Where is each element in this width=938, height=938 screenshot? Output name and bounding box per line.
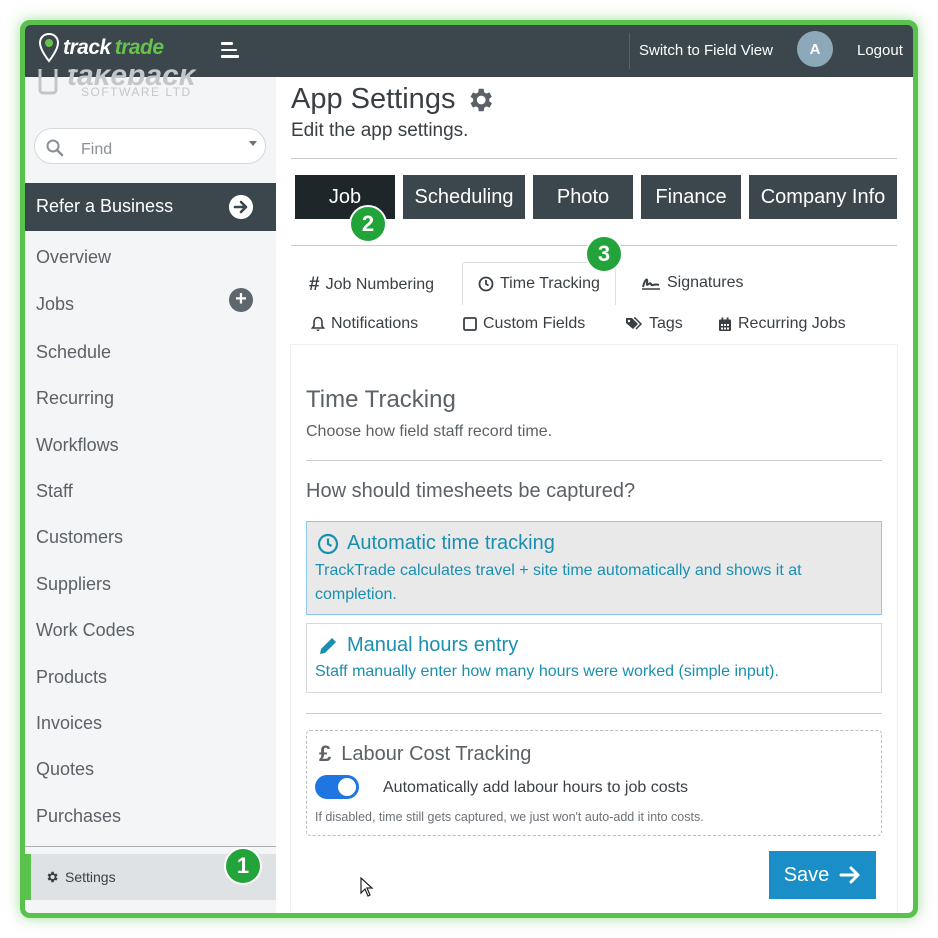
save-label: Save bbox=[783, 863, 830, 886]
arrow-right-icon bbox=[839, 866, 860, 884]
sidebar: takeback SOFTWARE LTD Find Refer a Busin… bbox=[25, 69, 276, 913]
subtab-signatures[interactable]: Signatures bbox=[641, 274, 744, 292]
page-title: App Settings bbox=[291, 83, 495, 116]
subtab-label: Custom Fields bbox=[483, 315, 586, 332]
option-description: TrackTrade calculates travel + site time… bbox=[315, 562, 802, 603]
arrow-right-circle-icon bbox=[229, 195, 253, 219]
find-input[interactable]: Find bbox=[34, 128, 266, 164]
sidebar-item-quotes[interactable]: Quotes bbox=[36, 759, 94, 780]
option-title-text: Automatic time tracking bbox=[347, 532, 555, 554]
bell-icon bbox=[311, 316, 325, 331]
topbar-divider bbox=[629, 33, 630, 69]
tags-icon bbox=[626, 317, 643, 330]
divider bbox=[306, 713, 882, 714]
logout-link[interactable]: Logout bbox=[857, 42, 903, 59]
sidebar-item-suppliers[interactable]: Suppliers bbox=[36, 574, 111, 595]
search-icon bbox=[46, 139, 64, 157]
clock-icon bbox=[317, 533, 339, 554]
signature-icon bbox=[642, 278, 660, 290]
clock-icon bbox=[478, 276, 494, 292]
switch-field-view-link[interactable]: Switch to Field View bbox=[639, 42, 773, 59]
logo-text-track: track bbox=[63, 36, 111, 59]
gear-icon bbox=[47, 871, 58, 883]
sidebar-item-schedule[interactable]: Schedule bbox=[36, 342, 111, 363]
subtab-label: Tags bbox=[649, 315, 683, 332]
calendar-icon bbox=[719, 317, 731, 331]
subtab-label: Signatures bbox=[667, 274, 744, 291]
company-logo-subtext: SOFTWARE LTD bbox=[81, 85, 192, 99]
divider bbox=[306, 460, 882, 461]
phone-logo-icon bbox=[38, 69, 58, 95]
sidebar-item-overview[interactable]: Overview bbox=[36, 247, 111, 268]
caret-down-icon[interactable] bbox=[249, 141, 257, 146]
labour-cost-tracking-box: £ Labour Cost Tracking Automatically add… bbox=[306, 730, 882, 836]
option-automatic-time-tracking[interactable]: Automatic time tracking TrackTrade calcu… bbox=[306, 521, 882, 615]
sidebar-item-invoices[interactable]: Invoices bbox=[36, 713, 102, 734]
add-job-icon[interactable]: + bbox=[229, 288, 253, 312]
subtab-recurring-jobs[interactable]: Recurring Jobs bbox=[718, 315, 846, 333]
sidebar-item-purchases[interactable]: Purchases bbox=[36, 806, 121, 827]
subtab-label: Time Tracking bbox=[500, 275, 600, 292]
tracktrade-logo[interactable]: track trade bbox=[39, 33, 164, 63]
labour-title-text: Labour Cost Tracking bbox=[341, 742, 532, 765]
labour-title: £ Labour Cost Tracking bbox=[319, 741, 531, 767]
company-logo: takeback SOFTWARE LTD bbox=[37, 69, 247, 103]
settings-label: Settings bbox=[65, 869, 116, 885]
step-badge-1: 1 bbox=[224, 847, 262, 885]
section-title: Time Tracking bbox=[306, 386, 456, 413]
sidebar-item-customers[interactable]: Customers bbox=[36, 527, 123, 548]
mouse-cursor-icon bbox=[360, 877, 374, 897]
subtab-label: Job Numbering bbox=[325, 276, 435, 293]
app-window: track trade Switch to Field View A Logout… bbox=[20, 20, 918, 918]
sidebar-item-recurring[interactable]: Recurring bbox=[36, 388, 114, 409]
square-icon bbox=[463, 317, 477, 331]
refer-label: Refer a Business bbox=[36, 196, 174, 216]
subtab-job-numbering[interactable]: # Job Numbering bbox=[309, 274, 434, 296]
timesheet-question: How should timesheets be captured? bbox=[306, 480, 636, 502]
sidebar-item-jobs[interactable]: Jobs bbox=[36, 294, 74, 315]
step-badge-2: 2 bbox=[349, 205, 387, 243]
section-description: Choose how field staff record time. bbox=[306, 423, 553, 440]
subtab-tags[interactable]: Tags bbox=[625, 315, 683, 333]
location-pin-icon bbox=[39, 33, 59, 63]
option-description: Staff manually enter how many hours were… bbox=[315, 663, 779, 680]
option-title: Automatic time tracking bbox=[317, 532, 555, 555]
page-subtitle: Edit the app settings. bbox=[291, 120, 469, 141]
gear-icon bbox=[470, 88, 493, 111]
labour-hint: If disabled, time still gets captured, w… bbox=[315, 810, 704, 824]
labour-toggle[interactable] bbox=[315, 775, 359, 799]
labour-toggle-label: Automatically add labour hours to job co… bbox=[383, 779, 689, 796]
sidebar-item-products[interactable]: Products bbox=[36, 667, 107, 688]
divider bbox=[291, 158, 897, 159]
subtab-custom-fields[interactable]: Custom Fields bbox=[463, 315, 585, 333]
subtab-label: Notifications bbox=[331, 315, 419, 332]
option-title-text: Manual hours entry bbox=[347, 634, 519, 656]
logo-text-trade: trade bbox=[114, 36, 164, 59]
toggle-knob bbox=[338, 778, 356, 796]
option-manual-hours-entry[interactable]: Manual hours entry Staff manually enter … bbox=[306, 623, 882, 693]
hash-icon: # bbox=[309, 274, 320, 295]
subtab-label: Recurring Jobs bbox=[738, 315, 846, 332]
sidebar-item-staff[interactable]: Staff bbox=[36, 481, 73, 502]
refer-a-business-button[interactable]: Refer a Business bbox=[25, 183, 276, 231]
sidebar-item-workflows[interactable]: Workflows bbox=[36, 435, 119, 456]
save-button[interactable]: Save bbox=[769, 851, 876, 899]
sidebar-item-work-codes[interactable]: Work Codes bbox=[36, 620, 135, 641]
subtab-notifications[interactable]: Notifications bbox=[311, 315, 418, 333]
pencil-icon bbox=[320, 637, 336, 654]
tab-company-info[interactable]: Company Info bbox=[749, 175, 897, 219]
menu-toggle-icon[interactable] bbox=[221, 42, 241, 60]
tab-scheduling[interactable]: Scheduling bbox=[403, 175, 525, 219]
step-badge-3: 3 bbox=[585, 235, 623, 273]
find-placeholder: Find bbox=[81, 141, 113, 158]
option-title: Manual hours entry bbox=[317, 634, 518, 657]
tab-finance[interactable]: Finance bbox=[641, 175, 741, 219]
page-title-text: App Settings bbox=[291, 83, 456, 115]
avatar[interactable]: A bbox=[797, 31, 833, 67]
tab-photo[interactable]: Photo bbox=[533, 175, 633, 219]
pound-icon: £ bbox=[319, 741, 332, 766]
